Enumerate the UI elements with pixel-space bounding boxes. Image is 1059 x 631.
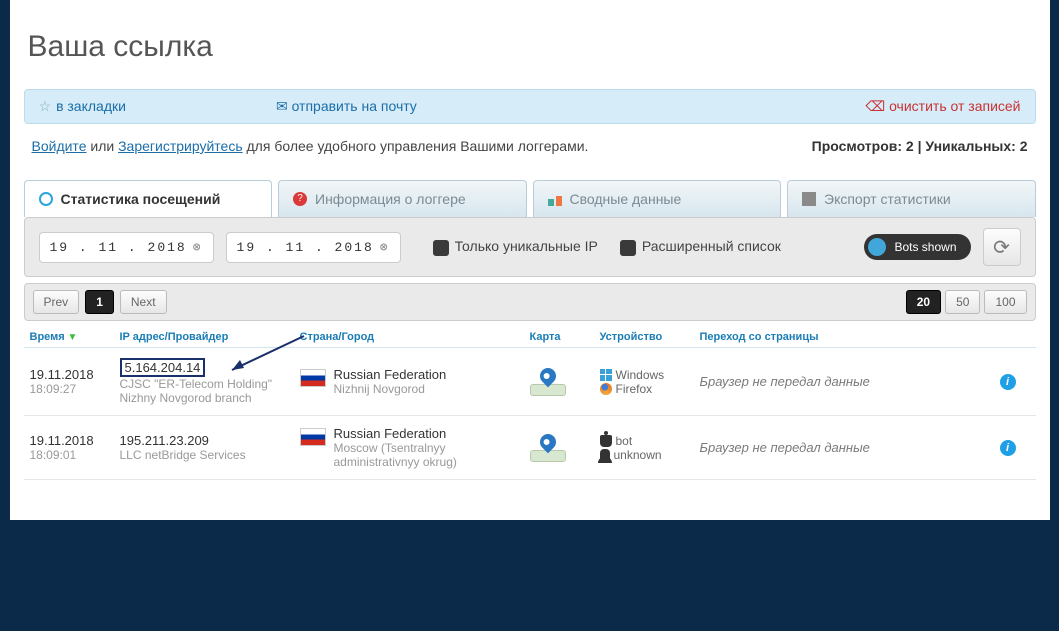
col-ref[interactable]: Переход со страницы [700,331,1000,343]
pagesize-50-button[interactable]: 50 [945,290,980,314]
refresh-button[interactable]: ⟳ [983,228,1021,266]
tabs: Статистика посещений ?Информация о логге… [24,180,1036,217]
next-page-button[interactable]: Next [120,290,167,314]
cell-map[interactable] [530,434,600,462]
col-time[interactable]: Время [30,331,120,343]
highlighted-ip: 5.164.204.14 [120,358,206,377]
clear-date-from-icon[interactable]: ⊗ [193,240,203,255]
only-unique-checkbox[interactable]: Только уникальные IP [433,238,598,256]
view-counters: Просмотров: 2 | Уникальных: 2 [812,138,1028,154]
question-icon: ? [293,192,307,206]
tab-export[interactable]: Экспорт статистики [787,180,1036,217]
extended-list-checkbox[interactable]: Расширенный список [620,238,781,256]
register-link[interactable]: Зарегистрируйтесь [118,138,243,154]
pager-row: Prev 1 Next 20 50 100 [24,283,1036,321]
checkbox-icon [433,240,449,256]
map-pin-icon [530,434,566,462]
cell-device: WindowsFirefox [600,368,700,396]
bookmark-link[interactable]: ☆в закладки [39,98,126,115]
page-title: Ваша ссылка [28,30,1040,64]
target-icon [39,192,53,206]
actions-bar: ☆в закладки ✉ отправить на почту ⌫ очист… [24,89,1036,124]
disk-icon [802,192,816,206]
pagesize-20-button[interactable]: 20 [906,290,941,314]
date-to-input[interactable]: 19 . 11 . 2018⊗ [226,232,401,263]
star-icon: ☆ [39,98,52,114]
table-row: 19.11.201818:09:27 5.164.204.14CJSC "ER-… [24,348,1036,416]
map-pin-icon [530,368,566,396]
checkbox-icon [620,240,636,256]
col-ip[interactable]: IP адрес/Провайдер [120,331,300,343]
col-device[interactable]: Устройство [600,331,700,343]
flag-ru-icon [300,369,326,387]
pagesize-100-button[interactable]: 100 [984,290,1026,314]
cell-ip: 195.211.23.209LLC netBridge Services [120,433,300,462]
bot-icon [600,435,612,447]
visits-table: Время IP адрес/Провайдер Страна/Город Ка… [24,321,1036,480]
refresh-icon: ⟳ [993,235,1010,260]
login-hint-row: Войдите или Зарегистрируйтесь для более … [20,132,1040,160]
page-1-button[interactable]: 1 [85,290,114,314]
windows-icon [600,369,612,381]
login-link[interactable]: Войдите [32,138,87,154]
main-container: Ваша ссылка ☆в закладки ✉ отправить на п… [10,0,1050,520]
cell-country: Russian FederationMoscow (Tsentralnyy ad… [300,426,530,469]
tab-summary[interactable]: Сводные данные [533,180,782,217]
toggle-knob-icon [868,238,886,256]
table-row: 19.11.201818:09:01 195.211.23.209LLC net… [24,416,1036,480]
cell-referrer: Браузер не передал данные [700,374,1000,389]
cell-time: 19.11.201818:09:01 [30,433,120,462]
mail-icon: ✉ [276,98,292,114]
cell-country: Russian FederationNizhnij Novgorod [300,367,530,396]
date-from-input[interactable]: 19 . 11 . 2018⊗ [39,232,214,263]
cell-referrer: Браузер не передал данные [700,440,1000,455]
info-button[interactable]: i [1000,440,1016,456]
bots-toggle[interactable]: Bots shown [864,234,970,260]
chart-icon [548,192,562,206]
cell-time: 19.11.201818:09:27 [30,367,120,396]
tab-stats[interactable]: Статистика посещений [24,180,273,217]
filter-bar: 19 . 11 . 2018⊗ 19 . 11 . 2018⊗ Только у… [24,217,1036,277]
cell-ip: 5.164.204.14CJSC "ER-Telecom Holding"Niz… [120,358,300,405]
flag-ru-icon [300,428,326,446]
send-mail-link[interactable]: ✉ отправить на почту [276,98,417,115]
col-map[interactable]: Карта [530,331,600,343]
unknown-icon [600,449,610,461]
col-country[interactable]: Страна/Город [300,331,530,343]
table-header: Время IP адрес/Провайдер Страна/Город Ка… [24,321,1036,348]
firefox-icon [600,383,612,395]
eraser-icon: ⌫ [865,98,889,114]
info-button[interactable]: i [1000,374,1016,390]
cell-map[interactable] [530,368,600,396]
clear-date-to-icon[interactable]: ⊗ [380,240,390,255]
clear-records-link[interactable]: ⌫ очистить от записей [865,98,1020,115]
prev-page-button[interactable]: Prev [33,290,80,314]
tab-info[interactable]: ?Информация о логгере [278,180,527,217]
cell-device: botunknown [600,434,700,462]
